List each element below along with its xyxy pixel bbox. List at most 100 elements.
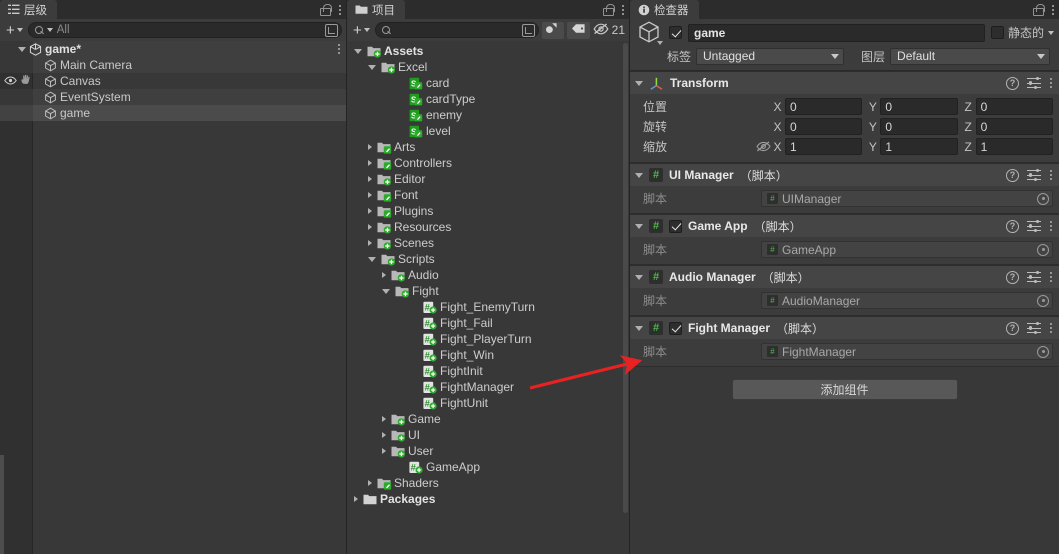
project-row[interactable]: Packages [347,491,629,507]
layer-dropdown[interactable]: Default [890,47,1050,65]
script-object-field[interactable]: # FightManager [761,343,1053,360]
project-row[interactable]: # Fight_Win [347,347,629,363]
search-mode-chevron-icon[interactable] [46,28,53,32]
transform-y-input[interactable]: 1 [880,138,958,155]
hierarchy-row[interactable]: game [0,105,346,121]
collapse-triangle-icon[interactable] [382,432,386,438]
project-row[interactable]: Font [347,187,629,203]
tab-inspector[interactable]: 检查器 [630,0,699,19]
expand-triangle-icon[interactable] [382,288,390,294]
object-picker-icon[interactable] [1037,243,1049,256]
transform-y-input[interactable]: 0 [880,118,958,135]
project-row[interactable]: Scripts [347,251,629,267]
constrain-proportions-icon[interactable] [756,121,771,133]
help-icon[interactable]: ? [1006,219,1019,233]
help-icon[interactable]: ? [1006,270,1019,284]
script-object-field[interactable]: # AudioManager [761,292,1053,309]
project-row[interactable]: Slevel [347,123,629,139]
component-enabled-checkbox[interactable] [669,321,682,335]
transform-z-input[interactable]: 0 [975,118,1053,135]
transform-z-input[interactable]: 0 [975,98,1053,115]
filter-by-type-button[interactable] [541,21,565,39]
constrain-proportions-icon[interactable] [756,101,771,113]
hierarchy-search-input[interactable]: All [27,22,342,38]
collapse-triangle-icon[interactable] [368,192,372,198]
project-row[interactable]: Game [347,411,629,427]
component-header[interactable]: # Game App （脚本）? [630,215,1059,237]
component-menu-icon[interactable] [1049,219,1053,233]
search-expand-icon[interactable] [325,23,338,37]
project-row[interactable]: Scard [347,75,629,91]
lock-icon[interactable] [319,3,332,16]
expand-triangle-icon[interactable] [635,325,643,331]
search-expand-icon[interactable] [521,23,535,37]
chevron-down-icon[interactable] [657,40,663,45]
project-row[interactable]: Fight [347,283,629,299]
tag-dropdown[interactable]: Untagged [696,47,845,65]
preset-sliders-icon[interactable] [1027,219,1041,233]
hierarchy-row[interactable]: game* [0,41,346,57]
collapse-triangle-icon[interactable] [354,496,358,502]
project-row[interactable]: # Fight_EnemyTurn [347,299,629,315]
lock-icon[interactable] [1032,3,1045,16]
component-menu-icon[interactable] [1049,76,1053,90]
project-row[interactable]: Controllers [347,155,629,171]
project-row[interactable]: # FightManager [347,379,629,395]
project-row[interactable]: Resources [347,219,629,235]
expand-triangle-icon[interactable] [18,46,26,52]
project-row[interactable]: # FightInit [347,363,629,379]
transform-z-input[interactable]: 1 [975,138,1053,155]
collapse-triangle-icon[interactable] [382,416,386,422]
static-dropdown-chevron-icon[interactable] [1048,30,1054,35]
hierarchy-row[interactable]: Canvas [0,73,346,89]
project-vertical-scrollbar[interactable] [623,43,628,513]
expand-triangle-icon[interactable] [368,64,376,70]
component-header[interactable]: # UI Manager （脚本）? [630,164,1059,186]
project-row[interactable]: Scenes [347,235,629,251]
hierarchy-row[interactable]: Main Camera [0,57,346,73]
component-menu-icon[interactable] [1049,321,1053,335]
help-icon[interactable]: ? [1006,168,1019,182]
hierarchy-vertical-scrollbar[interactable] [0,455,4,554]
expand-triangle-icon[interactable] [368,256,376,262]
preset-sliders-icon[interactable] [1027,168,1041,182]
project-row[interactable]: ScardType [347,91,629,107]
transform-x-input[interactable]: 1 [785,138,863,155]
component-menu-icon[interactable] [1049,168,1053,182]
create-gameobject-button[interactable]: + [4,22,25,39]
project-row[interactable]: Excel [347,59,629,75]
constrain-proportions-icon[interactable] [756,140,771,153]
component-enabled-checkbox[interactable] [669,219,682,233]
expand-triangle-icon[interactable] [635,172,643,178]
project-row[interactable]: Editor [347,171,629,187]
project-row[interactable]: UI [347,427,629,443]
hierarchy-menu-icon[interactable] [338,3,342,17]
collapse-triangle-icon[interactable] [382,448,386,454]
project-row[interactable]: Plugins [347,203,629,219]
collapse-triangle-icon[interactable] [368,240,372,246]
help-icon[interactable]: ? [1006,321,1019,335]
transform-x-input[interactable]: 0 [785,118,863,135]
project-search-input[interactable] [374,22,539,38]
scene-context-menu-icon[interactable] [337,42,341,56]
component-header[interactable]: # Fight Manager （脚本）? [630,317,1059,339]
script-object-field[interactable]: # GameApp [761,241,1053,258]
collapse-triangle-icon[interactable] [382,272,386,278]
tab-hierarchy[interactable]: 层级 [0,0,57,19]
hierarchy-row[interactable]: EventSystem [0,89,346,105]
hidden-assets-counter[interactable]: 21 [593,22,625,38]
collapse-triangle-icon[interactable] [368,176,372,182]
project-row[interactable]: # Fight_Fail [347,315,629,331]
expand-triangle-icon[interactable] [635,274,643,280]
object-picker-icon[interactable] [1037,192,1049,205]
project-row[interactable]: Assets [347,43,629,59]
collapse-triangle-icon[interactable] [368,208,372,214]
transform-y-input[interactable]: 0 [880,98,958,115]
transform-x-input[interactable]: 0 [785,98,863,115]
project-row[interactable]: User [347,443,629,459]
help-icon[interactable]: ? [1006,76,1019,90]
create-asset-button[interactable]: + [351,22,372,39]
expand-triangle-icon[interactable] [635,223,643,229]
static-checkbox[interactable] [990,26,1004,39]
collapse-triangle-icon[interactable] [368,480,372,486]
